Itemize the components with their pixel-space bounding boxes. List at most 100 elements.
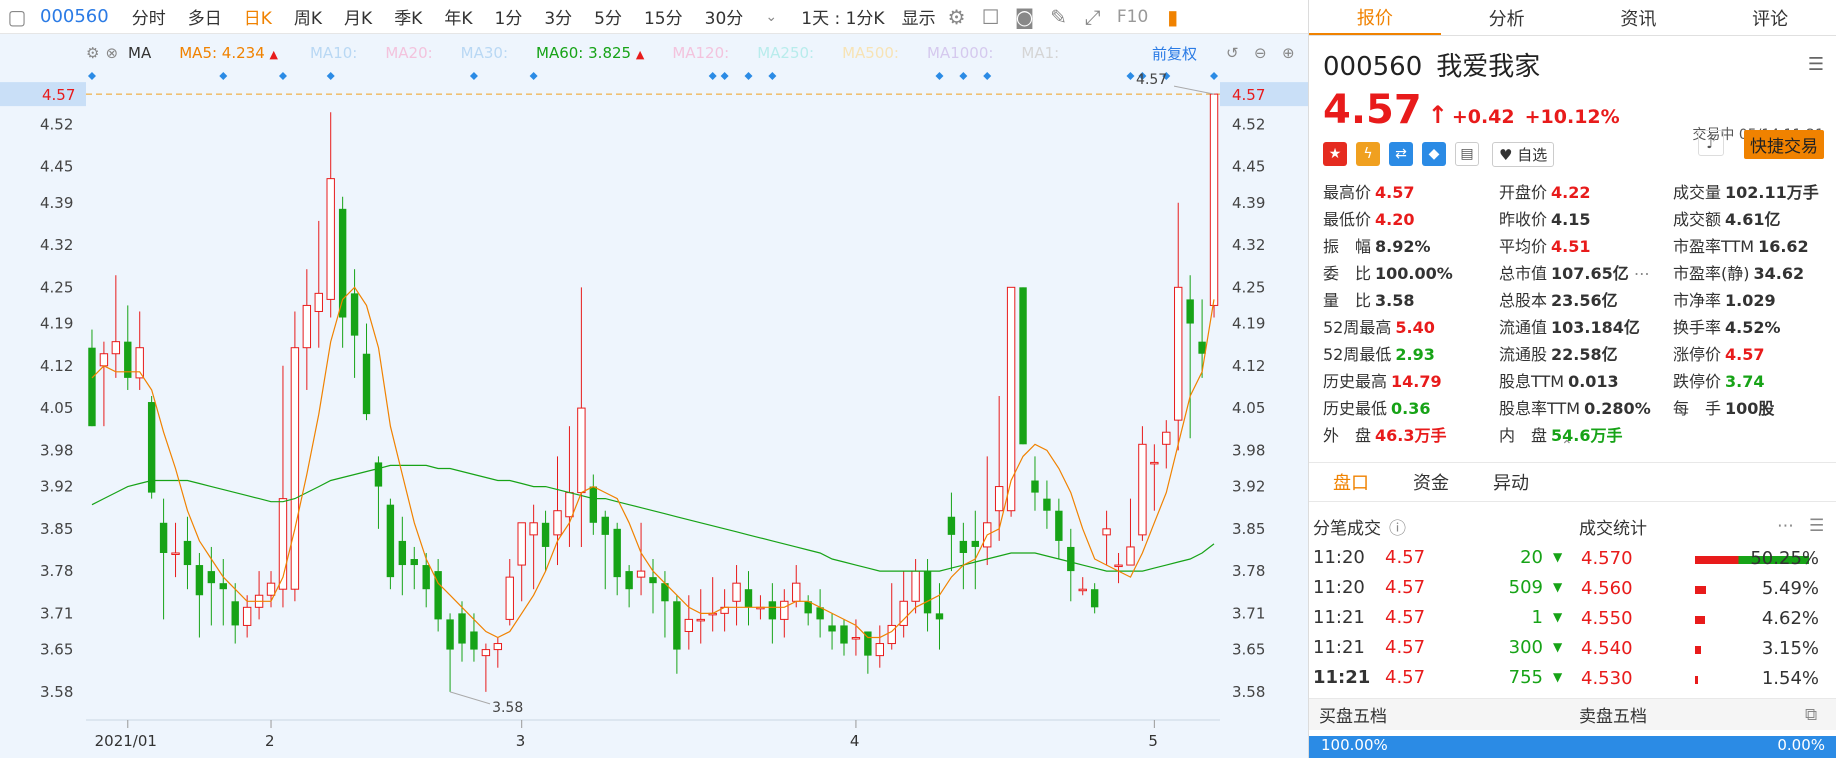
menu-icon[interactable]: ☰ — [1809, 516, 1824, 536]
tag-icon[interactable]: ◆ — [1422, 142, 1446, 166]
quote-tab-2[interactable]: 资讯 — [1573, 0, 1705, 35]
chevron-down-icon[interactable]: ⌄ — [757, 3, 785, 31]
candle-body — [1102, 528, 1111, 536]
fq-select[interactable]: 前复权 — [1152, 43, 1197, 64]
quick-trade-button[interactable]: 快捷交易 — [1744, 130, 1824, 159]
tick-row: 11:21 4.57 755 ▼ 4.530 1.54% — [1309, 662, 1836, 692]
tick-volume: 755 — [1508, 666, 1543, 688]
settings-icon[interactable]: ⚙ — [943, 3, 971, 31]
bookmark-icon[interactable]: ▤ — [1455, 142, 1479, 166]
camera-icon[interactable]: ◙ — [1011, 3, 1039, 31]
y-tick-label: 3.85 — [40, 520, 73, 538]
zoom-out-icon[interactable]: ⊖ — [1254, 44, 1267, 62]
dist-pct: 50.25% — [1750, 548, 1819, 569]
stat-cell: 平均价 4.51 — [1499, 235, 1673, 258]
sidebar-toggle-icon[interactable]: ▢ — [3, 3, 31, 31]
section-tab-2[interactable]: 异动 — [1493, 469, 1529, 495]
candle-body — [493, 643, 503, 651]
y-tick-label: 4.39 — [1232, 194, 1265, 212]
x-tick-label: 2021/01 — [95, 732, 157, 750]
period-tab-11[interactable]: 30分 — [705, 4, 744, 29]
help-icon[interactable]: ⓘ — [1389, 514, 1406, 539]
ma-item-6[interactable]: MA250: — [757, 44, 814, 62]
period-tab-1[interactable]: 多日 — [188, 4, 222, 29]
add-watchlist-button[interactable]: ♥ 自选 — [1492, 141, 1555, 167]
shuffle-icon[interactable]: ⇄ — [1389, 142, 1413, 166]
period-tab-5[interactable]: 季K — [394, 4, 422, 29]
ma-item-8[interactable]: MA1000: — [927, 44, 993, 62]
ma-item-7[interactable]: MA500: — [842, 44, 899, 62]
pen-icon[interactable]: ✎ — [1045, 3, 1073, 31]
candle-body — [1186, 299, 1194, 324]
marker-diamond-icon — [959, 72, 968, 80]
bell-icon[interactable]: ♪ — [1698, 130, 1724, 156]
quote-tab-1[interactable]: 分析 — [1441, 0, 1573, 35]
section-tab-0[interactable]: 盘口 — [1333, 469, 1369, 495]
stat-label: 最高价 — [1323, 183, 1372, 202]
ma-item-2[interactable]: MA20: — [385, 44, 432, 62]
stat-cell: 最低价 4.20 — [1323, 208, 1499, 231]
collapse-icon[interactable]: ⌃ — [1561, 438, 1573, 454]
lightning-icon[interactable]: ϟ — [1356, 142, 1380, 166]
expand-icon[interactable]: ⤢ — [1079, 3, 1107, 31]
period-tab-0[interactable]: 分时 — [132, 4, 166, 29]
list-icon[interactable]: ☰ — [1808, 54, 1824, 75]
candle-body — [219, 583, 227, 590]
close-icon[interactable]: ⊗ — [105, 44, 118, 62]
stat-label: 总股本 — [1499, 291, 1548, 310]
period-tab-10[interactable]: 15分 — [644, 4, 683, 29]
y-tick-label: 4.19 — [1232, 315, 1265, 333]
china-flag-icon[interactable]: ★ — [1323, 142, 1347, 166]
candle-body — [398, 540, 407, 566]
stat-label: 每 手 — [1673, 399, 1722, 418]
x-tick-label: 3 — [516, 732, 526, 750]
speed-select[interactable]: 1天 : 1分K — [801, 4, 884, 29]
period-tab-7[interactable]: 1分 — [495, 4, 523, 29]
x-tick-label: 5 — [1148, 732, 1158, 750]
more-icon[interactable]: ⋯ — [1777, 516, 1794, 536]
undo-icon[interactable]: ↺ — [1226, 44, 1239, 62]
stat-value: 4.20 — [1375, 210, 1415, 229]
stat-cell: 股息TTM 0.013 — [1499, 370, 1673, 393]
candle-body — [541, 522, 550, 547]
marker-diamond-icon — [326, 72, 335, 80]
period-tab-9[interactable]: 5分 — [594, 4, 622, 29]
candle-body — [780, 600, 789, 620]
section-tab-1[interactable]: 资金 — [1413, 469, 1449, 495]
display-select[interactable]: 显示 — [902, 4, 936, 29]
period-tab-4[interactable]: 月K — [344, 4, 372, 29]
f10-button[interactable]: F10 — [1113, 3, 1153, 31]
ma-item-5[interactable]: MA120: — [672, 44, 729, 62]
dist-price: 4.550 — [1581, 608, 1633, 629]
candle-body — [374, 462, 383, 487]
period-tab-8[interactable]: 3分 — [544, 4, 572, 29]
candle-body — [350, 293, 359, 336]
kline-chart-area[interactable]: 4.52 4.52 4.45 4.45 4.39 4.39 4.32 4.32 4.25 4.25… — [0, 34, 1308, 758]
period-tab-6[interactable]: 年K — [444, 4, 472, 29]
ma-item-1[interactable]: MA10: — [310, 44, 357, 62]
marker-diamond-icon — [720, 72, 729, 80]
checkbox-icon[interactable]: ☐ — [977, 3, 1005, 31]
book-icon[interactable]: ⧉ — [1805, 705, 1817, 725]
ma-item-9[interactable]: MA1: — [1021, 44, 1059, 62]
low-annotation: 3.58 — [492, 700, 523, 716]
kline-chart[interactable]: 4.52 4.52 4.45 4.45 4.39 4.39 4.32 4.32 4.25 4.25… — [0, 34, 1308, 758]
ma-item-0[interactable]: MA5: 4.234 ▲ — [179, 44, 278, 62]
gear-icon[interactable]: ⚙ — [86, 44, 99, 62]
up-triangle-icon: ▲ — [269, 48, 278, 61]
ma-item-4[interactable]: MA60: 3.825 ▲ — [536, 44, 644, 62]
candle-body — [1209, 93, 1219, 306]
candle-body — [613, 528, 621, 578]
period-tab-2[interactable]: 日K — [244, 4, 272, 29]
marker-diamond-icon — [983, 72, 992, 80]
marker-diamond-icon — [87, 72, 96, 80]
more-icon[interactable]: ⋯ — [1629, 264, 1650, 283]
quote-tab-3[interactable]: 评论 — [1704, 0, 1836, 35]
y-tick-label: 3.98 — [1232, 441, 1265, 459]
period-tab-3[interactable]: 周K — [294, 4, 322, 29]
ma-item-3[interactable]: MA30: — [461, 44, 508, 62]
panel-icon[interactable]: ▮ — [1159, 3, 1187, 31]
zoom-in-icon[interactable]: ⊕ — [1282, 44, 1295, 62]
quote-tab-0[interactable]: 报价 — [1309, 0, 1441, 35]
stat-cell: 跌停价 3.74 — [1673, 370, 1833, 393]
